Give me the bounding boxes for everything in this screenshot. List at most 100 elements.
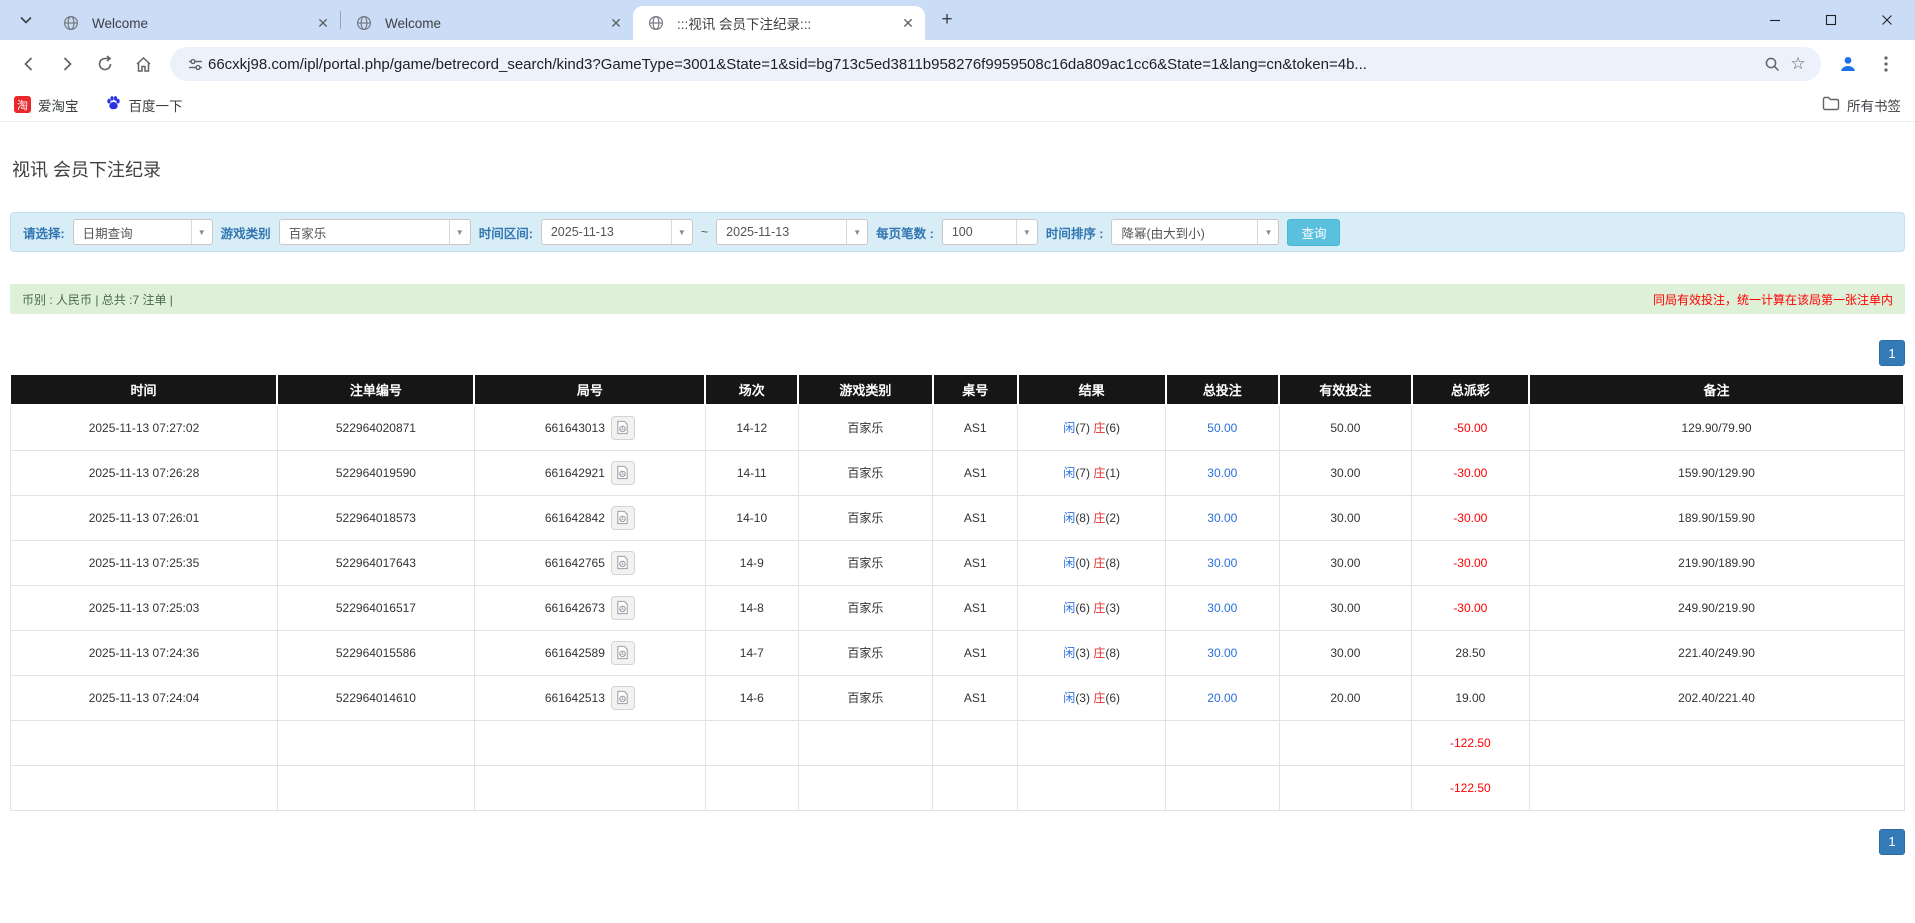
- video-replay-button[interactable]: [611, 506, 635, 530]
- new-tab-button[interactable]: +: [933, 6, 961, 34]
- video-replay-button[interactable]: [611, 596, 635, 620]
- cell-valid-bet: 30.00: [1279, 585, 1412, 630]
- column-header-9: 总派彩: [1412, 375, 1529, 405]
- tab-search-chevron-icon[interactable]: [12, 6, 40, 34]
- cell-result: 闲(0) 庄(8): [1018, 540, 1166, 585]
- query-mode-select[interactable]: 日期查询 ▼: [73, 219, 213, 245]
- round-id-text: 661643013: [545, 421, 605, 435]
- profile-avatar-icon[interactable]: [1831, 47, 1865, 81]
- subtotal-payout: -122.50: [1412, 720, 1529, 765]
- cell-session: 14-6: [705, 675, 798, 720]
- cell-payout: -30.00: [1412, 585, 1529, 630]
- search-button[interactable]: 查询: [1287, 219, 1340, 246]
- cell-session: 14-8: [705, 585, 798, 630]
- pagination-top: 1: [10, 340, 1905, 366]
- bookmark-star-icon[interactable]: ☆: [1785, 51, 1811, 77]
- window-maximize-button[interactable]: [1803, 0, 1859, 40]
- zoom-magnifier-icon[interactable]: [1759, 51, 1785, 77]
- cell-bet-id: 522964016517: [277, 585, 474, 630]
- sort-order-select[interactable]: 降幂(由大到小) ▼: [1111, 219, 1279, 245]
- cell-result: 闲(3) 庄(8): [1018, 630, 1166, 675]
- browser-tab-active[interactable]: :::视讯 会员下注纪录::: ✕: [633, 6, 925, 40]
- video-replay-button[interactable]: [611, 551, 635, 575]
- cell-session: 14-12: [705, 405, 798, 450]
- column-header-10: 备注: [1529, 375, 1904, 405]
- bookmarks-bar: 淘 爱淘宝 百度一下 所有书签: [0, 88, 1915, 122]
- cell-note: 221.40/249.90: [1529, 630, 1904, 675]
- date-from-select[interactable]: 2025-11-13 ▼: [541, 219, 693, 245]
- round-id-text: 661642513: [545, 691, 605, 705]
- cell-bet-id: 522964018573: [277, 495, 474, 540]
- globe-icon: [58, 10, 84, 36]
- page-number-button[interactable]: 1: [1879, 340, 1905, 366]
- browser-toolbar: 66cxkj98.com/ipl/portal.php/game/betreco…: [0, 40, 1915, 88]
- reload-icon[interactable]: [88, 47, 122, 81]
- tab-close-icon[interactable]: ✕: [607, 14, 625, 32]
- pagination-bottom: 1: [10, 829, 1905, 855]
- cell-time: 2025-11-13 07:24:04: [11, 675, 278, 720]
- game-type-select[interactable]: 百家乐 ▼: [279, 219, 471, 245]
- filter-bar: 请选择: 日期查询 ▼ 游戏类别 百家乐 ▼ 时间区间: 2025-11-13 …: [10, 212, 1905, 252]
- page-number-button[interactable]: 1: [1879, 829, 1905, 855]
- sort-order-label: 时间排序 :: [1046, 223, 1104, 242]
- column-header-8: 有效投注: [1279, 375, 1412, 405]
- column-header-0: 时间: [11, 375, 278, 405]
- cell-game-type: 百家乐: [798, 540, 932, 585]
- page-size-select[interactable]: 100 ▼: [942, 219, 1038, 245]
- cell-bet-id: 522964017643: [277, 540, 474, 585]
- window-minimize-button[interactable]: [1747, 0, 1803, 40]
- window-close-button[interactable]: [1859, 0, 1915, 40]
- chevron-down-icon: ▼: [846, 220, 867, 244]
- cell-game-type: 百家乐: [798, 405, 932, 450]
- address-bar[interactable]: 66cxkj98.com/ipl/portal.php/game/betreco…: [170, 47, 1821, 81]
- tab-title: :::视讯 会员下注纪录:::: [677, 13, 891, 33]
- cell-total-bet: 30.00: [1166, 540, 1280, 585]
- table-row: 2025-11-13 07:24:04522964014610661642513…: [11, 675, 1905, 720]
- date-separator: ~: [701, 225, 708, 239]
- cell-valid-bet: 50.00: [1279, 405, 1412, 450]
- round-id-text: 661642765: [545, 556, 605, 570]
- subtotal-label: 小计: [11, 720, 278, 765]
- chevron-down-icon: ▼: [191, 220, 212, 244]
- cell-valid-bet: 30.00: [1279, 450, 1412, 495]
- video-replay-button[interactable]: [611, 686, 635, 710]
- cell-table-no: AS1: [933, 540, 1018, 585]
- browser-tab-2[interactable]: Welcome ✕: [341, 6, 633, 40]
- date-to-select[interactable]: 2025-11-13 ▼: [716, 219, 868, 245]
- forward-icon[interactable]: [50, 47, 84, 81]
- total-label: 总计: [11, 765, 278, 810]
- cell-time: 2025-11-13 07:24:36: [11, 630, 278, 675]
- currency-total-text: 币别 : 人民币 | 总共 :7 注单 |: [22, 291, 173, 308]
- date-range-label: 时间区间:: [479, 223, 533, 242]
- cell-result: 闲(7) 庄(6): [1018, 405, 1166, 450]
- cell-time: 2025-11-13 07:27:02: [11, 405, 278, 450]
- cell-time: 2025-11-13 07:26:01: [11, 495, 278, 540]
- bet-record-table: 时间注单编号局号场次游戏类别桌号结果总投注有效投注总派彩备注 2025-11-1…: [10, 375, 1905, 811]
- bookmark-baidu[interactable]: 百度一下: [105, 95, 183, 115]
- browser-tab-1[interactable]: Welcome ✕: [48, 6, 340, 40]
- tab-close-icon[interactable]: ✕: [899, 14, 917, 32]
- cell-total-bet: 50.00: [1166, 405, 1280, 450]
- all-bookmarks[interactable]: 所有书签: [1822, 95, 1901, 115]
- home-icon[interactable]: [126, 47, 160, 81]
- tab-close-icon[interactable]: ✕: [314, 14, 332, 32]
- video-replay-button[interactable]: [611, 461, 635, 485]
- table-row: 2025-11-13 07:25:35522964017643661642765…: [11, 540, 1905, 585]
- table-row: 2025-11-13 07:26:28522964019590661642921…: [11, 450, 1905, 495]
- video-replay-button[interactable]: [611, 641, 635, 665]
- summary-info-bar: 币别 : 人民币 | 总共 :7 注单 | 同局有效投注，统一计算在该局第一张注…: [10, 284, 1905, 314]
- page-title: 视讯 会员下注纪录: [12, 156, 1903, 182]
- page-size-label: 每页笔数 :: [876, 223, 934, 242]
- video-replay-button[interactable]: [611, 416, 635, 440]
- cell-table-no: AS1: [933, 450, 1018, 495]
- bookmark-aitaobao[interactable]: 淘 爱淘宝: [14, 95, 79, 115]
- url-text[interactable]: 66cxkj98.com/ipl/portal.php/game/betreco…: [208, 56, 1759, 73]
- table-row: 2025-11-13 07:26:01522964018573661642842…: [11, 495, 1905, 540]
- table-row: 2025-11-13 07:24:36522964015586661642589…: [11, 630, 1905, 675]
- column-header-7: 总投注: [1166, 375, 1280, 405]
- back-icon[interactable]: [12, 47, 46, 81]
- globe-icon: [351, 10, 377, 36]
- cell-note: 189.90/159.90: [1529, 495, 1904, 540]
- site-info-icon[interactable]: [182, 51, 208, 77]
- browser-menu-kebab-icon[interactable]: [1869, 47, 1903, 81]
